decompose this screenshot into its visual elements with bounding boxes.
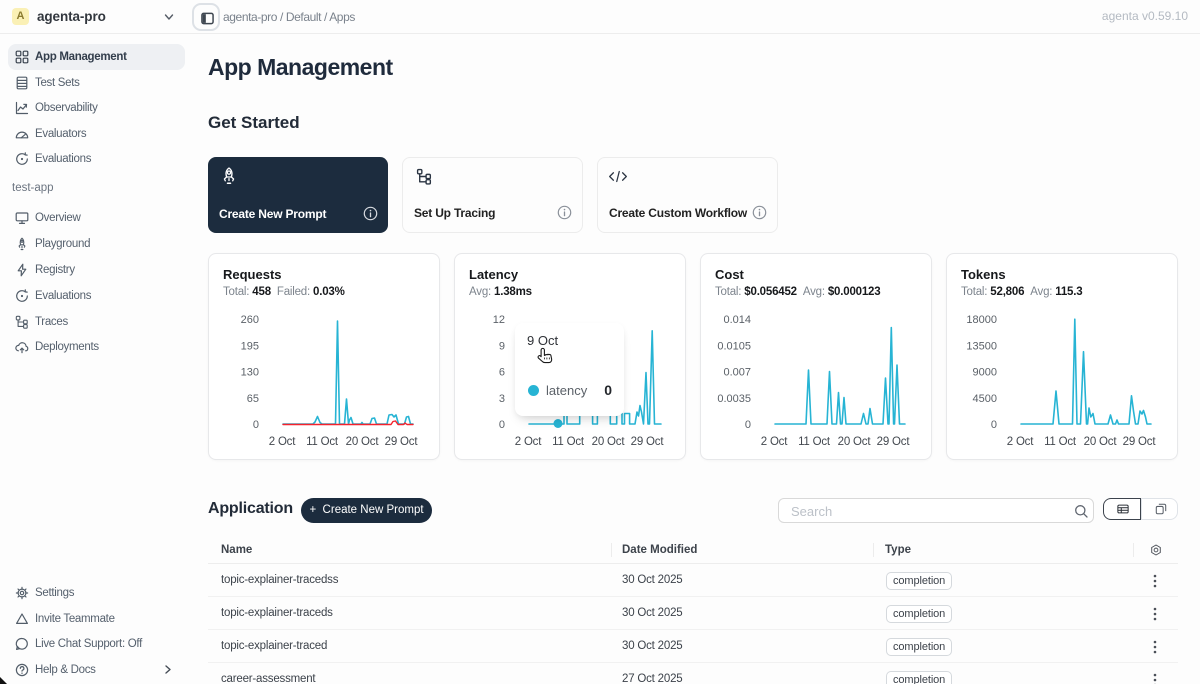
svg-text:3: 3 xyxy=(499,393,505,405)
svg-text:11 Oct: 11 Oct xyxy=(552,436,585,448)
svg-text:29 Oct: 29 Oct xyxy=(631,436,665,448)
svg-text:0.007: 0.007 xyxy=(723,367,751,379)
svg-text:9000: 9000 xyxy=(973,367,997,379)
svg-text:2 Oct: 2 Oct xyxy=(515,436,542,448)
svg-text:20 Oct: 20 Oct xyxy=(1084,436,1118,448)
svg-text:0: 0 xyxy=(745,419,751,431)
svg-text:29 Oct: 29 Oct xyxy=(877,436,911,448)
svg-text:13500: 13500 xyxy=(966,340,997,352)
svg-text:0: 0 xyxy=(991,419,997,431)
svg-text:18000: 18000 xyxy=(966,314,997,326)
svg-text:9: 9 xyxy=(499,340,505,352)
svg-text:12: 12 xyxy=(493,314,505,326)
svg-text:0.0105: 0.0105 xyxy=(717,340,751,352)
svg-text:4500: 4500 xyxy=(973,393,997,405)
svg-text:20 Oct: 20 Oct xyxy=(838,436,872,448)
svg-text:2 Oct: 2 Oct xyxy=(761,436,788,448)
svg-text:29 Oct: 29 Oct xyxy=(1123,436,1157,448)
svg-text:130: 130 xyxy=(241,367,259,379)
svg-text:11 Oct: 11 Oct xyxy=(306,436,339,448)
svg-text:0: 0 xyxy=(253,419,259,431)
svg-text:20 Oct: 20 Oct xyxy=(346,436,380,448)
svg-text:2 Oct: 2 Oct xyxy=(269,436,296,448)
svg-text:260: 260 xyxy=(241,314,259,326)
svg-text:0.014: 0.014 xyxy=(723,314,751,326)
svg-text:11 Oct: 11 Oct xyxy=(1044,436,1077,448)
svg-text:0: 0 xyxy=(499,419,505,431)
svg-text:2 Oct: 2 Oct xyxy=(1007,436,1034,448)
svg-text:20 Oct: 20 Oct xyxy=(592,436,626,448)
svg-text:6: 6 xyxy=(499,367,505,379)
svg-text:195: 195 xyxy=(241,340,259,352)
svg-text:0.0035: 0.0035 xyxy=(717,393,751,405)
svg-text:29 Oct: 29 Oct xyxy=(385,436,419,448)
svg-text:11 Oct: 11 Oct xyxy=(798,436,831,448)
svg-text:65: 65 xyxy=(247,393,259,405)
